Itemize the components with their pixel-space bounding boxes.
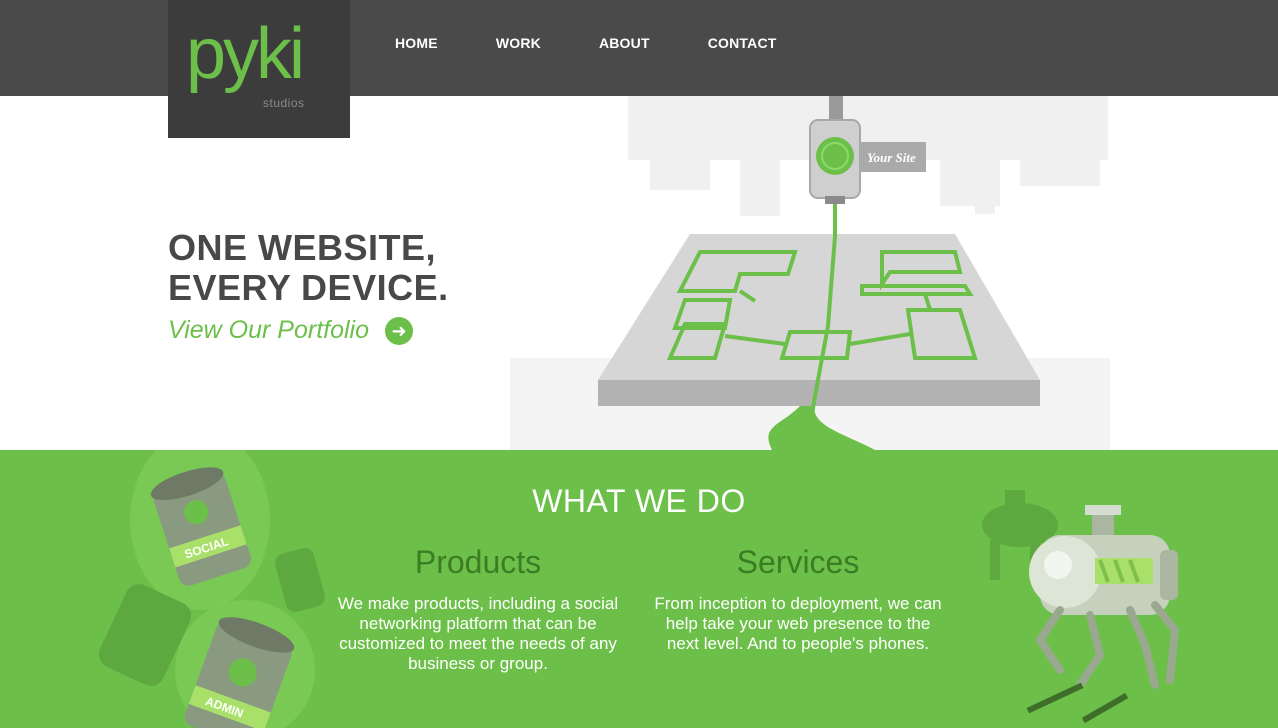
arrow-right-icon: ➜ xyxy=(385,316,414,345)
page: HOME WORK ABOUT CONTACT pyki studios ONE… xyxy=(0,0,1278,728)
background-barrel xyxy=(275,548,325,612)
hero-section: ONE WEBSITE, EVERY DEVICE. View Our Port… xyxy=(0,96,1278,450)
logo-subtitle: studios xyxy=(263,96,305,110)
products-column: Products We make products, including a s… xyxy=(328,542,628,674)
usb-circuit-illustration: Your Site xyxy=(510,96,1110,450)
logo-wordmark: pyki xyxy=(186,14,305,94)
headline-line-1: ONE WEBSITE, xyxy=(168,227,437,268)
hero-headline: ONE WEBSITE, EVERY DEVICE. xyxy=(168,228,449,308)
headline-line-2: EVERY DEVICE. xyxy=(168,267,449,308)
main-nav: HOME WORK ABOUT CONTACT xyxy=(395,35,835,51)
view-portfolio-label: View Our Portfolio xyxy=(168,316,370,344)
services-column: Services From inception to deployment, w… xyxy=(648,542,948,654)
services-heading: Services xyxy=(736,544,860,580)
nav-contact-link[interactable]: CONTACT xyxy=(708,35,777,51)
services-text: From inception to deployment, we can hel… xyxy=(654,594,942,653)
robot-illustration xyxy=(982,490,1180,724)
nav-about-link[interactable]: ABOUT xyxy=(599,35,650,51)
what-we-do-section: SOCIAL ADMIN WHAT WE DO Products We make… xyxy=(0,450,1278,728)
view-portfolio-link[interactable]: View Our Portfolio ➜ xyxy=(168,316,414,345)
site-logo[interactable]: pyki studios xyxy=(168,0,350,138)
products-heading: Products xyxy=(414,544,542,580)
nav-home-link[interactable]: HOME xyxy=(395,35,438,51)
robot-legs xyxy=(1035,601,1180,689)
nav-work-link[interactable]: WORK xyxy=(496,35,541,51)
robot-tools xyxy=(1026,682,1129,724)
products-text: We make products, including a social net… xyxy=(337,594,619,673)
usb-label: Your Site xyxy=(867,150,916,165)
